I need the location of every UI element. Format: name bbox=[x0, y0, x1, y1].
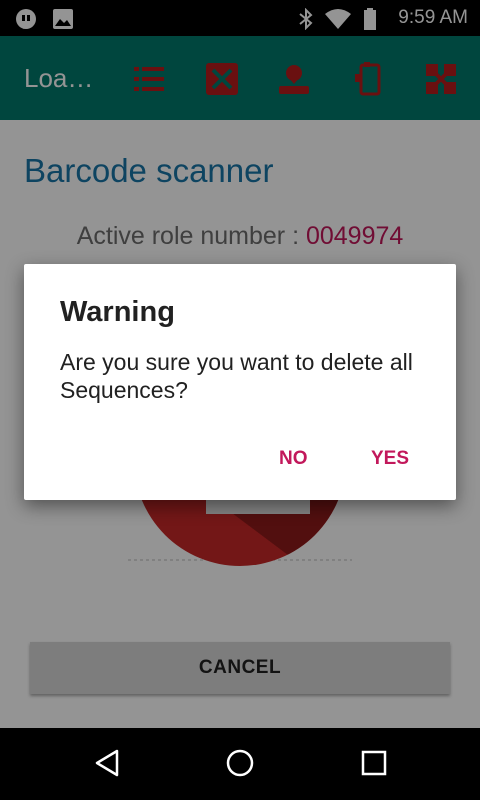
yes-button[interactable]: YES bbox=[371, 444, 409, 474]
warning-dialog: Warning Are you sure you want to delete … bbox=[24, 264, 456, 500]
dialog-message: Are you sure you want to delete all Sequ… bbox=[60, 349, 413, 403]
home-icon[interactable] bbox=[225, 748, 255, 783]
no-button[interactable]: NO bbox=[279, 444, 308, 474]
recents-icon[interactable] bbox=[360, 748, 388, 783]
navigation-bar bbox=[0, 728, 480, 800]
back-icon[interactable] bbox=[93, 748, 121, 783]
dialog-title: Warning bbox=[60, 296, 175, 328]
